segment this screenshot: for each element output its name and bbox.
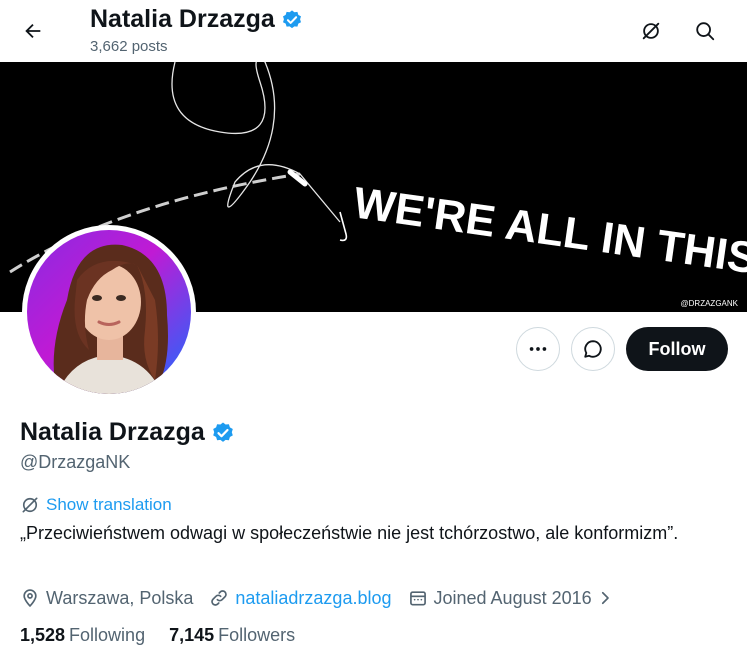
location-pin-icon xyxy=(23,589,37,608)
profile-name: Natalia Drzazga xyxy=(20,418,235,447)
location: Warszawa, Polska xyxy=(20,588,193,609)
website: nataliadrzazga.blog xyxy=(209,588,392,609)
website-link[interactable]: nataliadrzazga.blog xyxy=(235,588,391,609)
followers-label: Followers xyxy=(218,625,296,645)
following-stat[interactable]: 1,528 Following xyxy=(20,625,145,646)
followers-stat[interactable]: 7,145 Followers xyxy=(169,625,295,646)
show-translation-link[interactable]: Show translation xyxy=(20,495,172,515)
profile-name-text: Natalia Drzazga xyxy=(20,418,205,446)
search-icon xyxy=(696,22,715,41)
avatar-photo xyxy=(27,230,191,394)
joined-text: Joined August 2016 xyxy=(433,587,592,608)
chevron-right-icon xyxy=(601,591,609,605)
chat-bubble-icon xyxy=(584,340,602,358)
following-label: Following xyxy=(69,625,146,645)
more-options-button[interactable] xyxy=(516,327,560,371)
show-translation-label: Show translation xyxy=(46,495,172,514)
translate-icon xyxy=(22,497,38,513)
header-name-text: Natalia Drzazga xyxy=(90,5,275,33)
location-text: Warszawa, Polska xyxy=(46,587,194,608)
back-arrow-icon xyxy=(25,23,41,39)
profile-handle: @DrzazgaNK xyxy=(20,452,131,472)
banner-watermark: @DRZAZGANK xyxy=(681,299,739,308)
translate-off-icon xyxy=(642,22,660,40)
follow-button[interactable]: Follow xyxy=(626,327,728,371)
profile-avatar[interactable] xyxy=(22,225,196,399)
profile-bio: „Przeciwieństwem odwagi w społeczeństwie… xyxy=(20,523,679,543)
verified-badge-icon xyxy=(282,9,301,28)
back-button[interactable] xyxy=(14,12,52,50)
top-bar: Natalia Drzazga 3,662 posts xyxy=(0,0,747,62)
following-count: 1,528 xyxy=(20,625,66,645)
joined-date[interactable]: Joined August 2016 xyxy=(408,588,620,609)
message-button[interactable] xyxy=(571,327,615,371)
search-button[interactable] xyxy=(686,12,724,50)
calendar-icon xyxy=(409,591,426,606)
profile-stats: 1,528 Following 7,145 Followers xyxy=(20,625,319,646)
header-name: Natalia Drzazga xyxy=(90,5,303,34)
verified-badge-icon[interactable] xyxy=(211,421,235,445)
more-horizontal-icon xyxy=(529,347,547,351)
link-icon xyxy=(211,590,228,606)
hide-translation-button[interactable] xyxy=(632,12,670,50)
profile-meta: Warszawa, Polska nataliadrzazga.blog Joi… xyxy=(20,586,636,610)
followers-count: 7,145 xyxy=(169,625,215,645)
post-count: 3,662 posts xyxy=(90,38,168,55)
